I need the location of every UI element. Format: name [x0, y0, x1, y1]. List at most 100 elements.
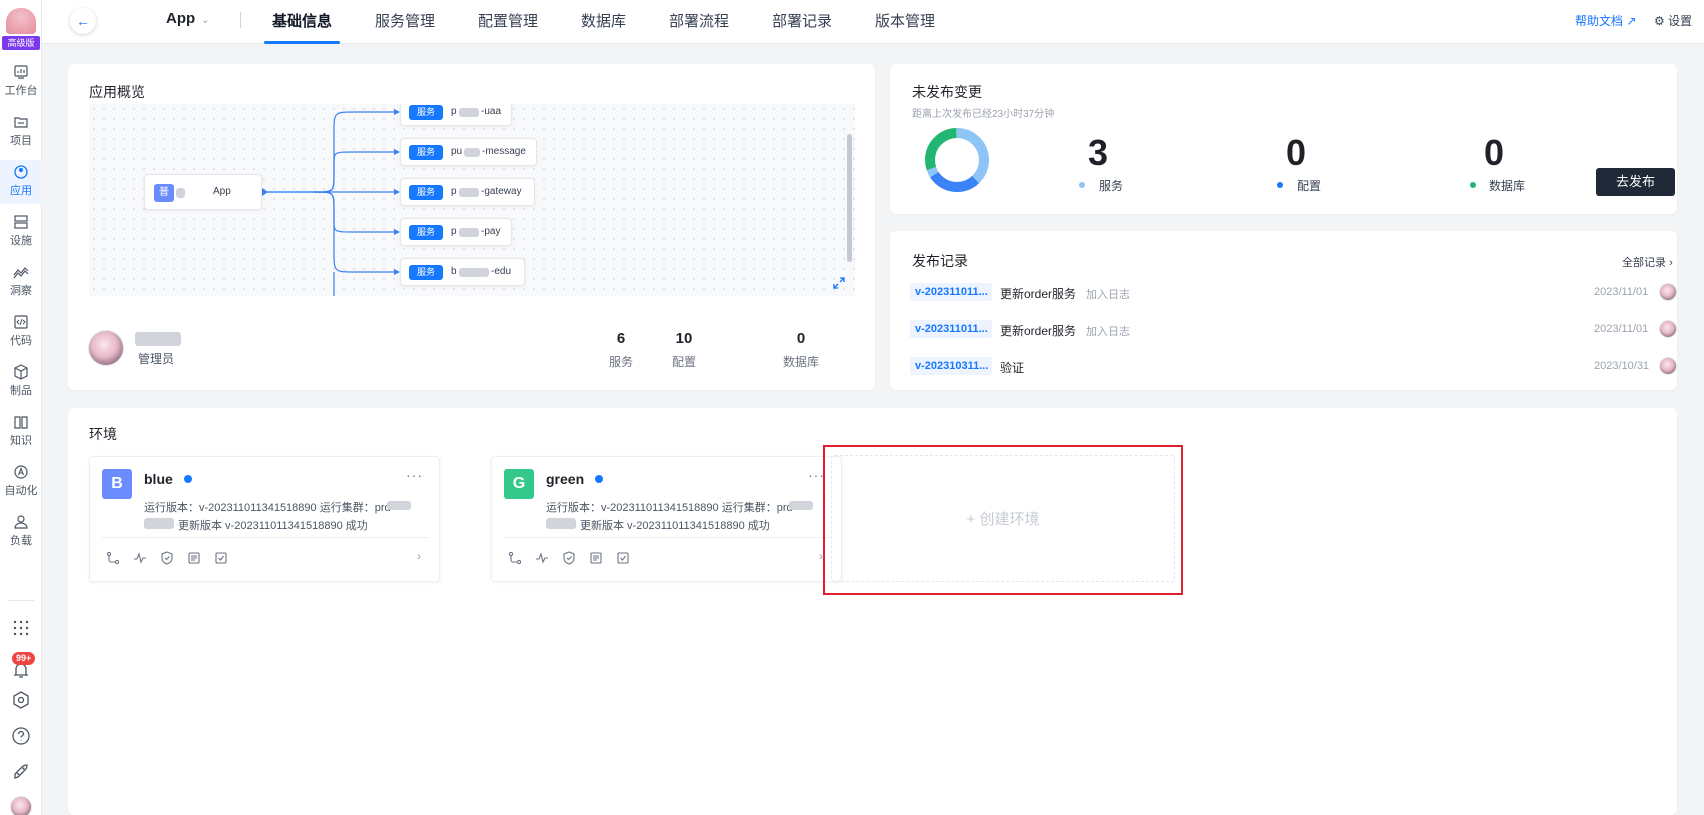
rail-item-code[interactable]: 代码	[0, 310, 42, 354]
record-row[interactable]: v-202311011... 更新order服务 加入日志 2023/11/01	[910, 283, 1677, 305]
tab-service-management[interactable]: 服务管理	[375, 10, 435, 31]
tab-database[interactable]: 数据库	[581, 10, 626, 31]
redacted-text	[459, 228, 479, 237]
canvas-scrollbar[interactable]	[847, 134, 852, 262]
automation-icon	[14, 465, 28, 479]
record-title: 验证	[1000, 361, 1025, 375]
rail-item-workbench[interactable]: 工作台	[0, 60, 42, 104]
service-name-suffix: -uaa	[481, 106, 502, 117]
tab-basic-info[interactable]: 基础信息	[272, 10, 332, 31]
redacted-user	[144, 518, 174, 529]
code-icon	[14, 315, 28, 329]
service-node[interactable]: 服务 p -uaa	[400, 104, 512, 126]
insight-icon	[13, 267, 29, 279]
database-count: 0	[796, 330, 806, 347]
changes-donut-chart	[925, 128, 989, 192]
shield-icon[interactable]	[562, 551, 576, 565]
log-icon[interactable]	[187, 551, 201, 565]
rail-item-project[interactable]: 项目	[0, 110, 42, 154]
org-avatar[interactable]	[6, 8, 36, 34]
unpublished-database-label: 数据库	[1489, 179, 1526, 193]
config-count: 10	[675, 330, 693, 347]
plus-icon: +	[966, 511, 976, 528]
rail-divider	[8, 600, 34, 601]
rail-item-label: 应用	[10, 185, 32, 197]
tab-deploy-pipeline[interactable]: 部署流程	[669, 10, 729, 31]
app-icon	[14, 165, 28, 179]
settings-label: 设置	[1668, 14, 1693, 28]
record-version[interactable]: v-202311011...	[910, 320, 992, 338]
checklist-icon[interactable]	[616, 551, 630, 565]
service-node[interactable]: 服务 pu -message	[400, 138, 537, 166]
plan-badge: 高级版	[2, 36, 40, 50]
active-tab-indicator	[264, 41, 340, 44]
user-avatar[interactable]	[10, 796, 32, 815]
record-version[interactable]: v-202311011...	[910, 283, 992, 301]
rail-item-label: 自动化	[4, 485, 38, 497]
all-records-link[interactable]: 全部记录 ›	[1622, 254, 1673, 270]
publish-records-card: 发布记录 全部记录 › v-202311011... 更新order服务 加入日…	[890, 231, 1677, 390]
record-version[interactable]: v-202310311...	[910, 357, 992, 375]
service-legend-dot	[1079, 182, 1085, 188]
rail-item-label: 项目	[10, 135, 32, 147]
load-icon	[14, 515, 28, 529]
tab-version-management[interactable]: 版本管理	[875, 10, 935, 31]
help-icon[interactable]	[11, 726, 31, 746]
rail-item-load[interactable]: 负载	[0, 510, 42, 554]
apps-grid-icon[interactable]	[11, 618, 31, 638]
env-card-blue[interactable]: B blue ··· 运行版本：v-202311011341518890 运行集…	[89, 456, 440, 582]
rail-item-facility[interactable]: 设施	[0, 210, 42, 254]
database-legend-dot	[1470, 182, 1476, 188]
checklist-icon[interactable]	[214, 551, 228, 565]
record-date: 2023/10/31	[1594, 360, 1650, 372]
unpublished-changes-card: 未发布变更 距离上次发布已经23小时37分钟 3 服务 0 配置 0 数据库 去…	[890, 64, 1677, 214]
rail-item-package[interactable]: 制品	[0, 360, 42, 404]
service-name-suffix: -edu	[491, 266, 512, 277]
redacted-text	[176, 188, 185, 198]
record-note: 加入日志	[1086, 289, 1130, 301]
activity-icon[interactable]	[535, 551, 549, 565]
env-status-dot	[184, 475, 192, 483]
rail-item-insight[interactable]: 洞察	[0, 260, 42, 304]
environments-card: 环境 B blue ··· 运行版本：v-202311011341518890 …	[68, 408, 1677, 815]
tab-config-management[interactable]: 配置管理	[478, 10, 538, 31]
shield-icon[interactable]	[160, 551, 174, 565]
record-note: 加入日志	[1086, 326, 1130, 338]
activity-icon[interactable]	[133, 551, 147, 565]
log-icon[interactable]	[589, 551, 603, 565]
app-node[interactable]: 普 App	[144, 174, 262, 210]
service-node[interactable]: 服务 p -gateway	[400, 178, 535, 206]
chevron-down-icon: ⌄	[201, 15, 210, 26]
env-letter-badge: G	[504, 469, 534, 499]
env-card-green[interactable]: G green ··· 运行版本：v-202311011341518890 运行…	[491, 456, 842, 582]
service-count-label: 服务	[608, 355, 633, 369]
rail-item-app[interactable]: 应用	[0, 160, 42, 204]
service-node[interactable]: 服务 b -edu	[400, 258, 525, 286]
create-environment-button[interactable]: + 创建环境	[831, 455, 1175, 582]
tab-deploy-records[interactable]: 部署记录	[772, 10, 832, 31]
settings-link[interactable]: ⚙ 设置	[1654, 12, 1692, 29]
rail-item-knowledge[interactable]: 知识	[0, 410, 42, 454]
header-divider	[240, 12, 241, 28]
record-row[interactable]: v-202311011... 更新order服务 加入日志 2023/11/01	[910, 320, 1677, 342]
env-card-divider	[102, 537, 429, 538]
redacted-text	[387, 501, 411, 510]
hexagon-settings-icon[interactable]	[11, 690, 31, 710]
record-row[interactable]: v-202310311... 验证 2023/10/31	[910, 357, 1677, 379]
app-selector[interactable]: App ⌄	[166, 10, 210, 27]
publish-button[interactable]: 去发布	[1596, 168, 1675, 196]
help-docs-link[interactable]: 帮助文档 ↗	[1575, 12, 1636, 29]
expand-icon[interactable]	[832, 276, 846, 290]
service-name-suffix: -pay	[481, 226, 501, 237]
more-options-icon[interactable]: ···	[406, 467, 423, 483]
route-icon[interactable]	[508, 551, 522, 565]
route-icon[interactable]	[106, 551, 120, 565]
back-button[interactable]: ←	[70, 8, 96, 34]
redacted-text	[464, 148, 480, 157]
topology-canvas[interactable]: 普 App 服务 p -uaa 服务 pu -message 服务 p -gat…	[89, 104, 855, 296]
redacted-text	[789, 501, 813, 510]
service-node[interactable]: 服务 p -pay	[400, 218, 512, 246]
rail-item-automation[interactable]: 自动化	[0, 460, 42, 504]
chevron-right-icon[interactable]: ›	[417, 549, 421, 563]
rocket-icon[interactable]	[11, 762, 31, 782]
